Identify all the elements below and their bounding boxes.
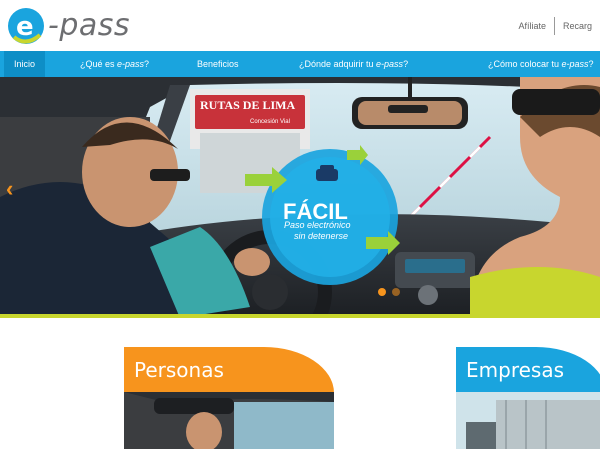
logo-e-icon: e [8,8,44,44]
toll-sign-subtext: Concesión Vial [250,119,290,125]
toll-sign-text: RUTAS DE LIMA [200,98,295,112]
svg-text:e: e [16,12,34,42]
site-header: e -pass Afíliate Recarg [0,0,600,51]
card-personas[interactable]: Personas [124,347,334,449]
nav-label-como: ¿Cómo colocar tu [488,59,562,69]
nav-label-beneficios: Beneficios [197,59,239,69]
main-nav: Inicio ¿Qué es e-pass? Beneficios ¿Dónde… [0,51,600,77]
nav-label-que-es-em: e-pass [117,59,145,69]
nav-item-inicio[interactable]: Inicio [4,51,46,77]
nav-item-donde-adquirir[interactable]: ¿Dónde adquirir tu e-pass? [299,51,408,77]
card-empresas-title: Empresas [466,358,564,382]
slider-dot-1[interactable] [378,288,386,296]
nav-item-como-colocar[interactable]: ¿Cómo colocar tu e-pass? [488,51,594,77]
nav-item-beneficios[interactable]: Beneficios [197,51,239,77]
nav-label-que-es-post: ? [144,59,150,69]
affiliate-link[interactable]: Afíliate [510,21,554,31]
hero-subtitle-1: Paso electrónico [284,220,351,230]
nav-label-donde-post: ? [403,59,409,69]
hero-banner[interactable]: RUTAS DE LIMA Concesión Vial FÁCIL Paso … [0,77,600,318]
nav-label-como-post: ? [588,59,594,69]
nav-label-como-em: e-pass [561,59,589,69]
slider-dot-2[interactable] [392,288,400,296]
nav-label-donde: ¿Dónde adquirir tu [299,59,377,69]
logo-text: -pass [48,8,131,43]
nav-label-inicio: Inicio [14,59,36,69]
nav-item-que-es[interactable]: ¿Qué es e-pass? [80,51,149,77]
recharge-link[interactable]: Recarg [555,21,600,31]
card-empresas[interactable]: Empresas [456,347,600,449]
hero-subtitle-2: sin detenerse [294,231,348,241]
epass-logo[interactable]: e -pass [6,7,136,45]
card-empresas-image [456,392,600,449]
nav-label-donde-em: e-pass [376,59,404,69]
hero-prev-arrow-icon[interactable]: ‹ [6,176,13,202]
top-links: Afíliate Recarg [510,17,600,35]
hero-illustration: RUTAS DE LIMA Concesión Vial FÁCIL Paso … [0,77,600,318]
card-personas-title: Personas [134,358,224,382]
nav-label-que-es: ¿Qué es [80,59,118,69]
card-personas-image [124,392,334,449]
hero-bottom-bar [0,314,600,318]
